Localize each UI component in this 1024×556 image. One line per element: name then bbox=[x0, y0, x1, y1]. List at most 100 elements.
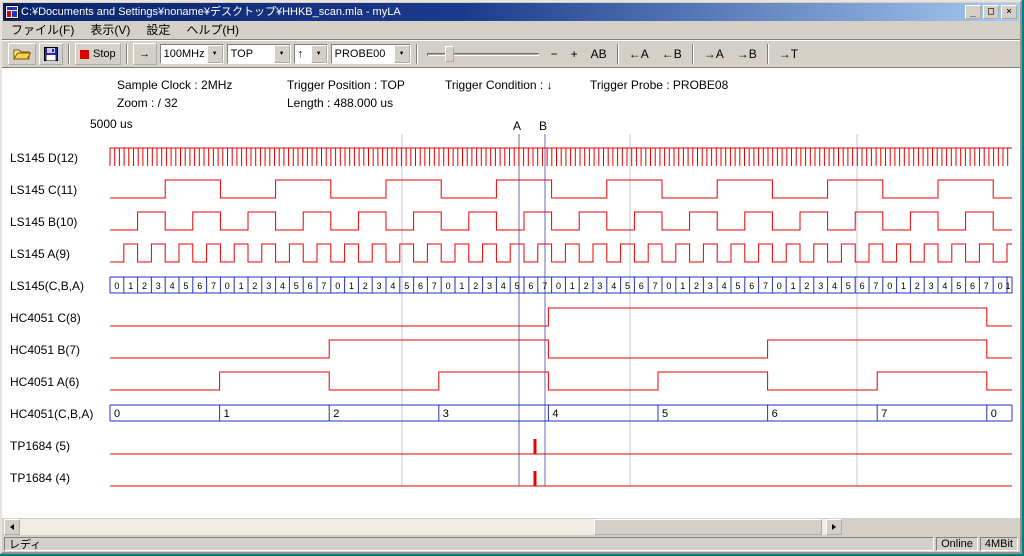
zoom-out-button[interactable]: − bbox=[546, 44, 563, 64]
scroll-right-button[interactable] bbox=[826, 519, 842, 535]
time-division-label: 5000 us bbox=[90, 117, 133, 131]
bus-value: 1 bbox=[459, 281, 464, 291]
trigger-probe-select[interactable]: PROBE00 ▼ bbox=[331, 44, 411, 64]
open-button[interactable] bbox=[8, 43, 36, 65]
toolbar-separator bbox=[617, 44, 619, 64]
bus-value: 3 bbox=[929, 281, 934, 291]
trigger-position-info: Trigger Position : TOP bbox=[287, 78, 405, 92]
bus-value: 1 bbox=[570, 281, 575, 291]
toolbar-separator bbox=[68, 44, 70, 64]
zoom-info: Zoom : / 32 bbox=[117, 96, 178, 110]
menu-file[interactable]: ファイル(F) bbox=[3, 19, 82, 41]
stop-icon bbox=[80, 50, 89, 59]
trigger-edge-select[interactable]: ↑ ▼ bbox=[294, 44, 328, 64]
bus-value: 0 bbox=[114, 281, 119, 291]
trigger-position-select[interactable]: TOP ▼ bbox=[227, 44, 291, 64]
sample-clock-value: 100MHz bbox=[161, 45, 207, 63]
bus-value: 2 bbox=[333, 408, 339, 420]
close-button[interactable]: × bbox=[1001, 5, 1017, 19]
menu-view[interactable]: 表示(V) bbox=[82, 19, 138, 41]
bus-value: 6 bbox=[197, 281, 202, 291]
scroll-track[interactable] bbox=[20, 519, 826, 535]
bus-value: 4 bbox=[170, 281, 175, 291]
channel-label: LS145 B(10) bbox=[10, 215, 77, 229]
zoom-slider[interactable] bbox=[427, 44, 539, 64]
menu-settings[interactable]: 設定 bbox=[138, 19, 178, 41]
menu-help[interactable]: ヘルプ(H) bbox=[178, 19, 247, 41]
bus-value: 0 bbox=[998, 281, 1003, 291]
bus-value: 7 bbox=[984, 281, 989, 291]
bus-value: 2 bbox=[473, 281, 478, 291]
bus-value: 5 bbox=[846, 281, 851, 291]
scroll-thumb[interactable] bbox=[594, 519, 822, 535]
bus-value: 7 bbox=[321, 281, 326, 291]
bus-value: 3 bbox=[708, 281, 713, 291]
bus-value: 3 bbox=[443, 408, 449, 420]
toolbar: Stop → 100MHz ▼ TOP ▼ ↑ ▼ PROBE00 ▼ − + … bbox=[2, 40, 1020, 68]
horizontal-scrollbar[interactable] bbox=[4, 519, 842, 535]
bus-value: 2 bbox=[252, 281, 257, 291]
bus-value: 6 bbox=[639, 281, 644, 291]
set-marker-b-button[interactable]: →B bbox=[732, 44, 762, 64]
statusbar: レディ Online 4MBit bbox=[2, 535, 1020, 553]
minimize-button[interactable]: _ bbox=[965, 5, 981, 19]
status-online-badge: Online bbox=[936, 537, 978, 551]
bus-value: 0 bbox=[777, 281, 782, 291]
channel-label: HC4051(C,B,A) bbox=[10, 407, 93, 421]
bus-value: 4 bbox=[280, 281, 285, 291]
bus-value: 1 bbox=[239, 281, 244, 291]
bus-value: 7 bbox=[211, 281, 216, 291]
chevron-down-icon[interactable]: ▼ bbox=[311, 45, 327, 63]
channel-label: TP1684 (4) bbox=[10, 471, 70, 485]
bus-value: 0 bbox=[335, 281, 340, 291]
chevron-down-icon[interactable]: ▼ bbox=[394, 45, 410, 63]
channel-label: HC4051 C(8) bbox=[10, 311, 81, 325]
bus-value: 6 bbox=[772, 408, 778, 420]
bus-value: 3 bbox=[266, 281, 271, 291]
bus-value: 0 bbox=[887, 281, 892, 291]
bus-value: 5 bbox=[404, 281, 409, 291]
marker-a-label: A bbox=[513, 119, 521, 133]
bus-value: 3 bbox=[377, 281, 382, 291]
bus-value: 5 bbox=[294, 281, 299, 291]
marker-b-label: B bbox=[539, 119, 547, 133]
waveform-trace bbox=[110, 372, 1012, 390]
open-folder-icon bbox=[13, 47, 31, 61]
set-marker-a-button[interactable]: →A bbox=[699, 44, 729, 64]
trigger-edge-value: ↑ bbox=[295, 45, 311, 63]
zoom-in-button[interactable]: + bbox=[566, 44, 583, 64]
slider-handle[interactable] bbox=[445, 46, 454, 62]
goto-marker-b-button[interactable]: ←B bbox=[657, 44, 687, 64]
bus-value: 7 bbox=[873, 281, 878, 291]
bus-value: 6 bbox=[970, 281, 975, 291]
scroll-left-button[interactable] bbox=[4, 519, 20, 535]
maximize-button[interactable]: □ bbox=[983, 5, 999, 19]
menubar: ファイル(F) 表示(V) 設定 ヘルプ(H) bbox=[2, 21, 1020, 40]
bus-value: 3 bbox=[818, 281, 823, 291]
waveform-display[interactable]: 5000 usABLS145 D(12)LS145 C(11)LS145 B(1… bbox=[2, 112, 1018, 517]
goto-marker-a-button[interactable]: ←A bbox=[624, 44, 654, 64]
channel-label: LS145 D(12) bbox=[10, 151, 78, 165]
goto-trigger-button[interactable]: →T bbox=[774, 44, 803, 64]
bus-value: 4 bbox=[942, 281, 947, 291]
ab-range-button[interactable]: AB bbox=[586, 44, 612, 64]
bus-value: 5 bbox=[515, 281, 520, 291]
run-button[interactable]: → bbox=[133, 43, 157, 65]
chevron-down-icon[interactable]: ▼ bbox=[274, 45, 290, 63]
bus-value: 2 bbox=[363, 281, 368, 291]
chevron-down-icon[interactable]: ▼ bbox=[207, 45, 223, 63]
stop-button[interactable]: Stop bbox=[75, 43, 121, 65]
waveform-panel: Sample Clock : 2MHz Trigger Position : T… bbox=[2, 68, 1020, 518]
bus-value: 5 bbox=[735, 281, 740, 291]
bus-value: 7 bbox=[763, 281, 768, 291]
app-icon bbox=[5, 5, 19, 19]
save-button[interactable] bbox=[39, 43, 63, 65]
status-memory-badge: 4MBit bbox=[980, 537, 1018, 551]
bus-value: 6 bbox=[308, 281, 313, 291]
bus-value: 5 bbox=[625, 281, 630, 291]
sample-clock-select[interactable]: 100MHz ▼ bbox=[160, 44, 224, 64]
channel-label: HC4051 B(7) bbox=[10, 343, 80, 357]
waveform-trace bbox=[110, 180, 1012, 198]
waveform-trace bbox=[110, 148, 1012, 166]
trigger-condition-info: Trigger Condition : ↓ bbox=[445, 78, 553, 92]
